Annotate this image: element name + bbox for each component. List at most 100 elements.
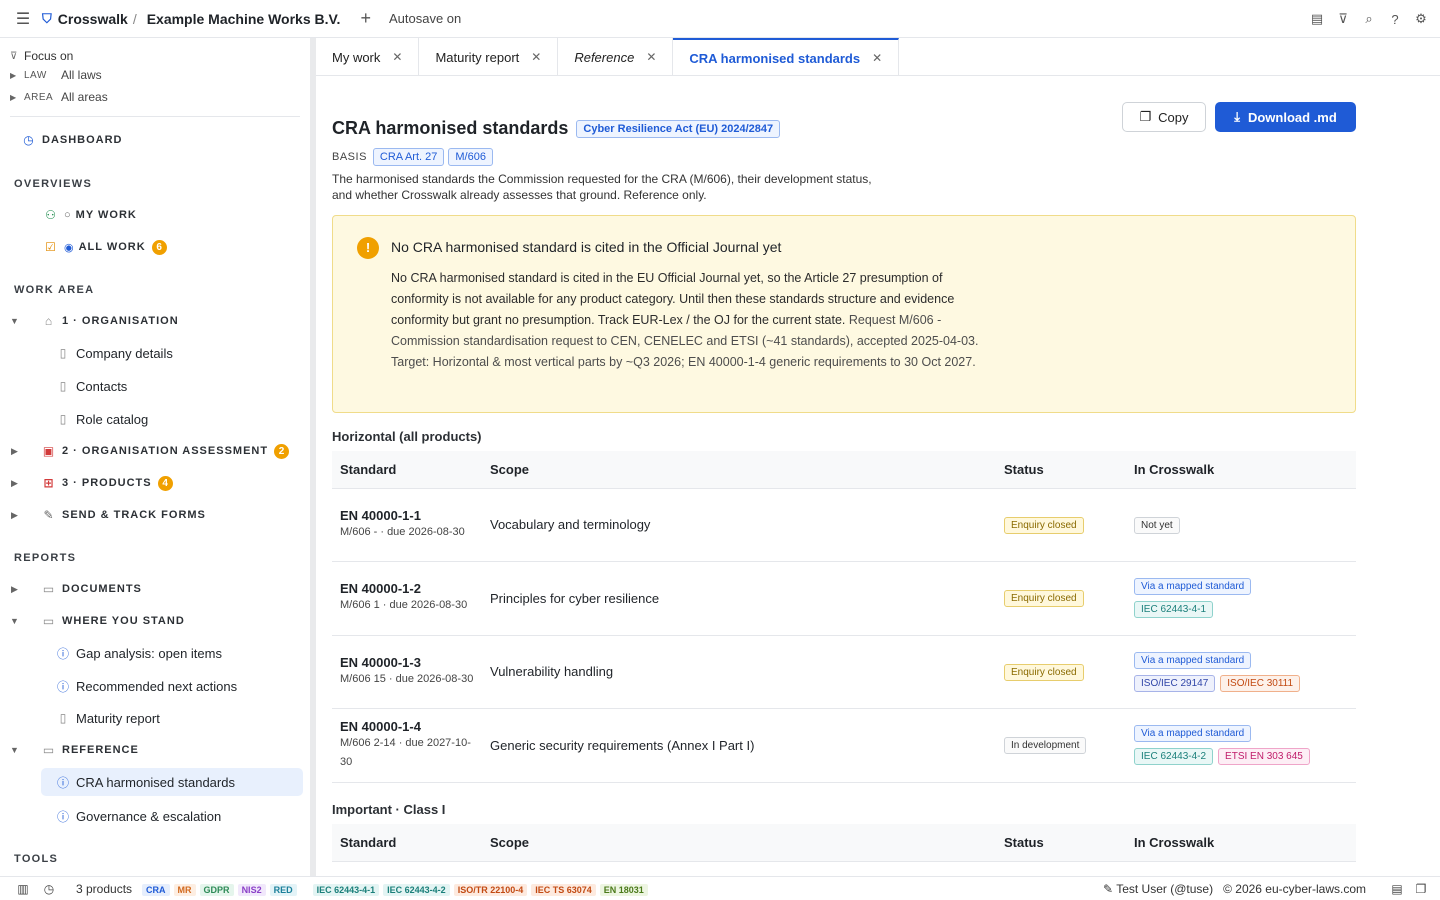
sidebar-item-role-catalog[interactable]: ▯ Role catalog	[54, 405, 149, 433]
law-tags: CRA MR GDPR NIS2 RED	[142, 882, 301, 896]
column-header[interactable]: In Crosswalk	[1126, 451, 1356, 489]
tab-cra-standards[interactable]: CRA harmonised standards ✕	[673, 38, 900, 76]
help-icon[interactable]: ?	[1388, 12, 1402, 27]
sidebar-item-products[interactable]: ▶ ⊞ 3 · PRODUCTS 4	[6, 469, 173, 497]
download-button[interactable]: ⤓ Download .md	[1215, 102, 1356, 132]
focus-area[interactable]: ▶ AREA All areas	[10, 86, 310, 108]
mapped-standard-chip[interactable]: IEC 62443-4-2	[1134, 748, 1214, 765]
plus-icon[interactable]: +	[360, 8, 371, 29]
status-bar: ▥ ◷ 3 products CRA MR GDPR NIS2 RED IEC 6244…	[0, 876, 1440, 900]
copy-button[interactable]: ❐ Copy	[1122, 102, 1206, 132]
caret-down-icon[interactable]: ▼	[6, 745, 24, 755]
notes-icon[interactable]: ▤	[1390, 882, 1404, 896]
standard-tag[interactable]: IEC 62443-4-2	[383, 883, 450, 896]
brand[interactable]: ⛉ Crosswalk /	[42, 11, 147, 27]
sidebar-item-reference[interactable]: ▼ ▭ REFERENCE	[6, 736, 139, 764]
hamburger-icon[interactable]: ☰	[12, 9, 34, 29]
standard-tags: IEC 62443-4-1 IEC 62443-4-2 ISO/TR 22100-4…	[312, 882, 652, 896]
standard-tag[interactable]: IEC 62443-4-1	[312, 883, 380, 896]
sidebar-item-label: CRA harmonised standards	[76, 774, 235, 790]
close-icon[interactable]: ✕	[872, 51, 882, 65]
table-row[interactable]: EN 40000-1-3 M/606 15 · due 2026-08-30 Vu…	[332, 635, 1356, 709]
sidebar-item-contacts[interactable]: ▯ Contacts	[54, 372, 128, 400]
sidebar-item-documents[interactable]: ▶ ▭ DOCUMENTS	[6, 575, 142, 603]
law-tag[interactable]: NIS2	[237, 883, 266, 896]
caret-right-icon[interactable]: ▶	[6, 478, 24, 489]
sidebar-item-maturity-report[interactable]: ▯ Maturity report	[54, 704, 160, 732]
sidebar-item-all-work[interactable]: ☑ ◉ ALL WORK 6	[42, 233, 167, 261]
organisation-name[interactable]: Example Machine Works B.V.	[147, 11, 341, 27]
alert-body: No CRA harmonised standard is cited in t…	[391, 268, 981, 373]
crosswalk-badge: Not yet	[1134, 516, 1180, 534]
law-chip[interactable]: Cyber Resilience Act (EU) 2024/2847	[576, 119, 781, 138]
table-row[interactable]: EN 40000-1-2 M/606 1 · due 2026-08-30 Pri…	[332, 561, 1356, 636]
sidebar-item-cra-standards[interactable]: ⓘ CRA harmonised standards	[41, 768, 303, 796]
standard-meta: M/606 2-14 · due 2027-10-30	[340, 736, 471, 768]
standard-tag[interactable]: IEC TS 63074	[531, 883, 596, 896]
column-header[interactable]: Standard	[332, 824, 482, 862]
mapped-standard-chip[interactable]: IEC 62443-4-1	[1134, 601, 1214, 618]
mapped-standard-chip[interactable]: ETSI EN 303 645	[1218, 748, 1310, 765]
sidebar-item-organisation[interactable]: ▼ ⌂ 1 · ORGANISATION	[6, 307, 179, 335]
user-name: Test User (@tuse)	[1116, 882, 1214, 896]
sidebar-item-company-details[interactable]: ▯ Company details	[54, 339, 173, 367]
close-icon[interactable]: ✕	[646, 50, 656, 64]
column-header[interactable]: Scope	[482, 451, 996, 489]
caret-down-icon[interactable]: ▼	[6, 616, 24, 626]
law-tag[interactable]: MR	[173, 883, 196, 896]
caret-right-icon[interactable]: ▶	[6, 446, 24, 457]
history-icon[interactable]: ◷	[42, 882, 56, 896]
sidebar-item-send-track-forms[interactable]: ▶ ✎ SEND & TRACK FORMS	[6, 501, 206, 529]
sidebar-item-label: WHERE YOU STAND	[62, 615, 185, 627]
standard-tag[interactable]: EN 18031	[599, 883, 648, 896]
sidebar-item-next-actions[interactable]: ⓘ Recommended next actions	[54, 672, 237, 700]
table-row[interactable]: EN 40000-1-4 M/606 2-14 · due 2027-10-30 …	[332, 708, 1356, 783]
tab-label: Reference	[574, 49, 635, 65]
radio-filled-icon[interactable]: ◉	[64, 241, 75, 254]
mapped-standard-chip[interactable]: ISO/IEC 30111	[1220, 674, 1301, 692]
mapped-standard-chip[interactable]: ISO/IEC 29147	[1134, 674, 1216, 692]
sidebar-item-organisation-assessment[interactable]: ▶ ▣ 2 · ORGANISATION ASSESSMENT 2	[6, 437, 290, 465]
standard-tag[interactable]: ISO/TR 22100-4	[453, 883, 528, 896]
focus-panel: ⊽ Focus on ▶ LAW All laws ▶ AREA All are…	[0, 38, 310, 108]
basis-chip[interactable]: CRA Art. 27	[372, 148, 445, 166]
sidebar-item-my-work[interactable]: ⚇ ○ MY WORK	[42, 201, 137, 229]
sidebar-item-gap-analysis[interactable]: ⓘ Gap analysis: open items	[54, 639, 222, 667]
law-tag[interactable]: CRA	[142, 883, 170, 896]
user-status[interactable]: ✎ Test User (@tuse)	[1103, 882, 1213, 896]
sidebar-item-label: Company details	[76, 345, 173, 361]
table-row[interactable]: EN 40000-1-1 M/606 - · due 2026-08-30 Voc…	[332, 488, 1356, 562]
tab-maturity-report[interactable]: Maturity report ✕	[419, 38, 559, 76]
column-header[interactable]: Scope	[482, 824, 996, 862]
column-header[interactable]: In Crosswalk	[1126, 824, 1356, 862]
sidebar-item-governance[interactable]: ⓘ Governance & escalation	[54, 802, 221, 830]
focus-law[interactable]: ▶ LAW All laws	[10, 64, 310, 86]
tab-my-work[interactable]: My work ✕	[316, 38, 420, 76]
sidebar-item-label: Role catalog	[76, 411, 149, 427]
clipboard-icon[interactable]: ❐	[1414, 882, 1428, 896]
column-header[interactable]: Standard	[332, 451, 482, 489]
column-header[interactable]: Status	[996, 824, 1126, 862]
law-tag[interactable]: RED	[269, 883, 297, 896]
sidebar-item-dashboard[interactable]: ◷ DASHBOARD	[20, 126, 123, 154]
radio-empty-icon[interactable]: ○	[64, 209, 72, 221]
table-header: Standard Scope Status In Crosswalk	[332, 451, 1356, 489]
search-icon[interactable]: ⌕	[1362, 11, 1376, 27]
autosave-status: Autosave on	[388, 11, 462, 26]
caret-down-icon[interactable]: ▼	[6, 316, 24, 326]
focus-value: All laws	[61, 68, 102, 82]
basis-chip[interactable]: M/606	[448, 148, 493, 166]
law-tag[interactable]: GDPR	[199, 883, 234, 896]
sidebar-item-where-you-stand[interactable]: ▼ ▭ WHERE YOU STAND	[6, 607, 185, 635]
panel-icon[interactable]: ▥	[16, 882, 30, 896]
column-header[interactable]: Status	[996, 451, 1126, 489]
caret-right-icon[interactable]: ▶	[6, 584, 24, 595]
close-icon[interactable]: ✕	[531, 50, 541, 64]
notes-icon[interactable]: ▤	[1310, 11, 1324, 27]
caret-right-icon[interactable]: ▶	[6, 510, 24, 521]
tab-reference[interactable]: Reference ✕	[558, 38, 674, 76]
gear-icon[interactable]: ⚙	[1414, 11, 1428, 27]
filter-icon[interactable]: ⊽	[1336, 11, 1350, 27]
close-icon[interactable]: ✕	[392, 50, 402, 64]
calendar-icon: ☑	[45, 240, 57, 254]
